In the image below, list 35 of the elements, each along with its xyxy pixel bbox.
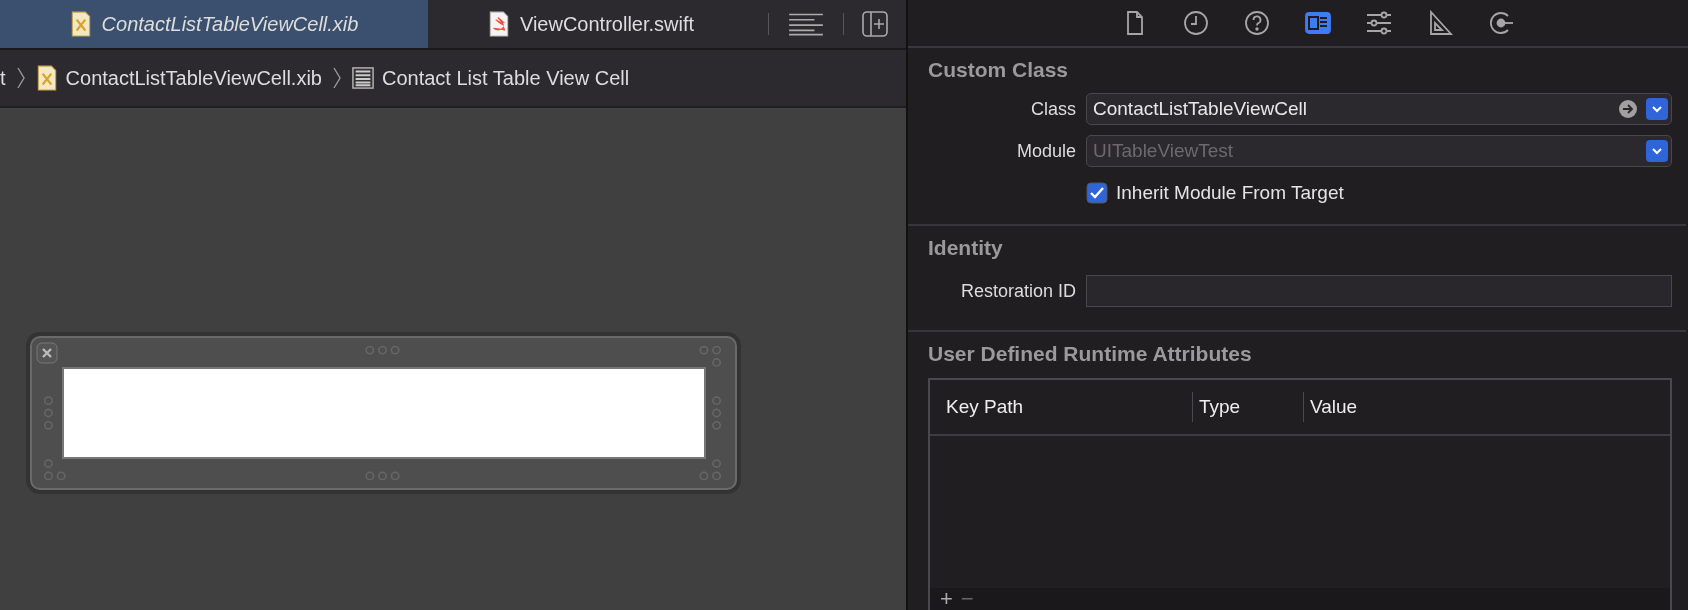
field-label: Restoration ID bbox=[959, 280, 1077, 302]
breadcrumb-item[interactable]: t bbox=[0, 66, 6, 90]
checkbox[interactable] bbox=[1086, 182, 1108, 204]
checkbox-label[interactable]: Inherit Module From Target bbox=[1116, 182, 1344, 204]
column-header[interactable]: Key Path bbox=[930, 392, 1192, 422]
swift-file-icon bbox=[487, 11, 510, 37]
chevron-icon bbox=[332, 65, 342, 91]
column-header[interactable]: Value bbox=[1303, 392, 1358, 422]
breadcrumb-item[interactable]: Contact List Table View Cell bbox=[382, 66, 630, 90]
xib-file-icon bbox=[35, 65, 58, 91]
field-label: Module bbox=[1015, 140, 1077, 162]
table-cell-icon bbox=[352, 65, 374, 91]
lines-icon[interactable] bbox=[787, 11, 825, 37]
field-label: Class bbox=[1030, 98, 1077, 120]
section-title: User Defined Runtime Attributes bbox=[928, 342, 1253, 366]
section-title: Identity bbox=[928, 236, 1004, 260]
identity-inspector-tab[interactable] bbox=[1304, 9, 1332, 37]
xib-file-icon bbox=[69, 11, 92, 37]
history-inspector-tab[interactable] bbox=[1182, 9, 1210, 37]
cell-content-view[interactable] bbox=[61, 367, 706, 459]
chevron-icon bbox=[15, 65, 26, 91]
class-combo-box[interactable]: ContactListTableViewCell bbox=[1086, 93, 1672, 125]
add-editor-icon[interactable] bbox=[862, 11, 888, 37]
close-icon[interactable] bbox=[36, 342, 58, 364]
editor-tab[interactable]: ViewController.swift bbox=[428, 0, 754, 48]
section-title: Custom Class bbox=[928, 58, 1070, 82]
column-header[interactable]: Type bbox=[1192, 392, 1303, 422]
help-inspector-tab[interactable] bbox=[1243, 9, 1271, 37]
editor-tab[interactable]: ContactListTableViewCell.xib bbox=[0, 0, 428, 48]
attributes-inspector-tab[interactable] bbox=[1365, 9, 1393, 37]
restoration-id-field[interactable] bbox=[1086, 275, 1672, 307]
breadcrumb-item[interactable]: ContactListTableViewCell.xib bbox=[65, 66, 322, 90]
dropdown-icon[interactable] bbox=[1646, 98, 1668, 120]
connections-inspector-tab[interactable] bbox=[1487, 9, 1515, 37]
add-button[interactable]: + bbox=[940, 588, 953, 610]
